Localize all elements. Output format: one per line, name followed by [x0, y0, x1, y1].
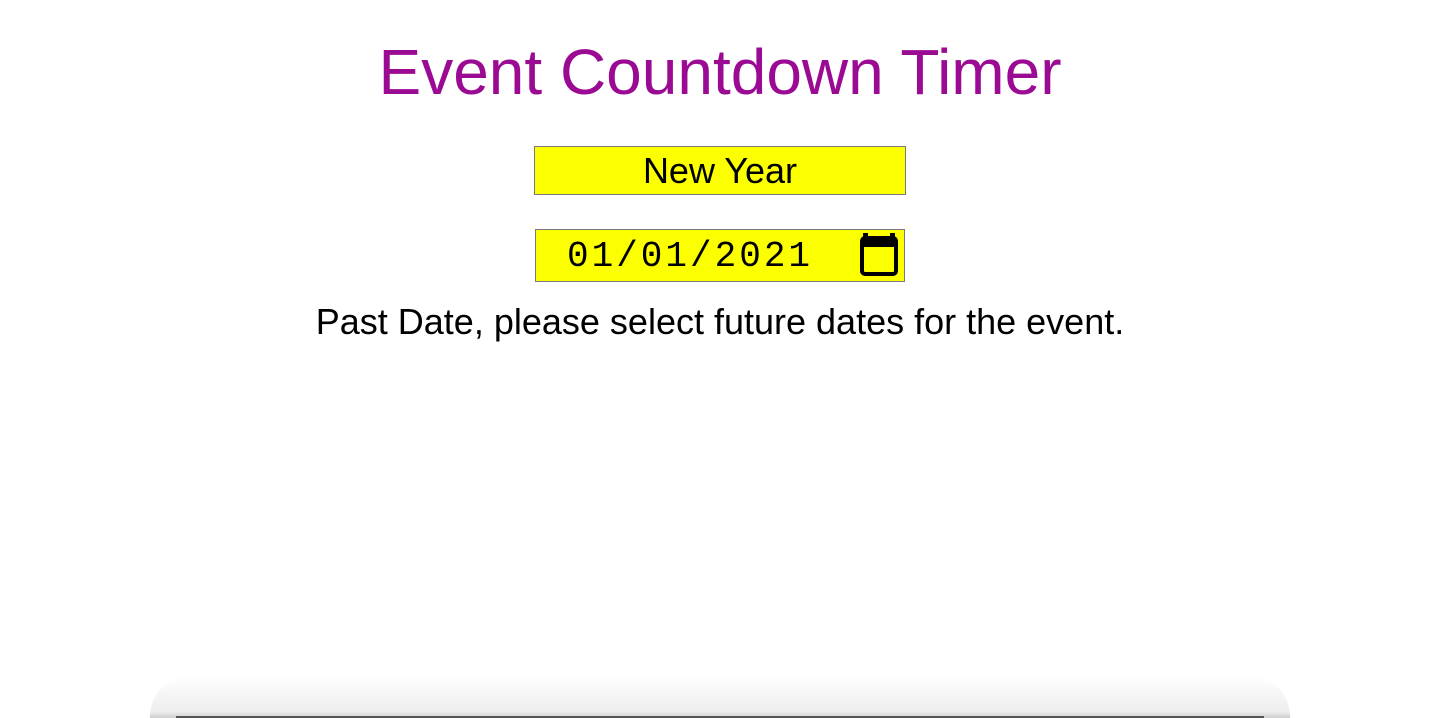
error-message: Past Date, please select future dates fo…	[315, 301, 1125, 342]
event-name-input[interactable]	[534, 146, 906, 195]
page: Event Countdown Timer 01/01/2021 Past Da…	[0, 0, 1440, 718]
page-title: Event Countdown Timer	[378, 36, 1062, 108]
event-date-value: 01/01/2021	[567, 236, 814, 277]
event-date-input[interactable]: 01/01/2021	[535, 229, 905, 282]
bottom-shadow	[150, 676, 1290, 718]
calendar-icon[interactable]	[858, 233, 900, 277]
